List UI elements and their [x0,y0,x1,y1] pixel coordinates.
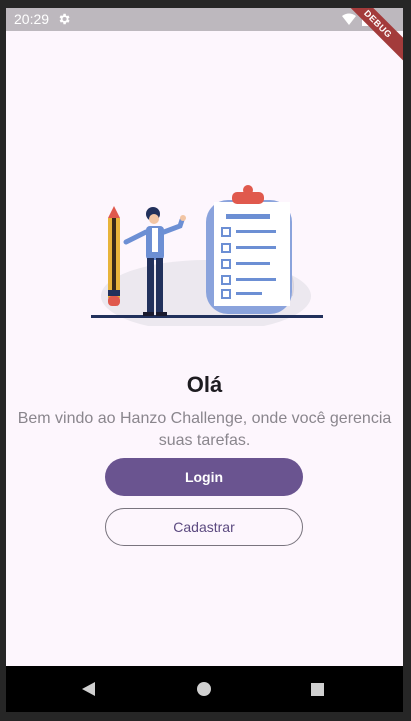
greeting-title: Olá [186,372,223,397]
system-nav-bar [6,666,403,712]
signup-button[interactable]: Cadastrar [105,508,303,546]
back-icon[interactable] [82,682,95,696]
welcome-subtitle: Bem vindo ao Hanzo Challenge, onde você … [17,410,392,449]
app-screen: 20:29 DEBUG Olá Bem vindo ao Hanzo Chall… [6,8,403,712]
status-time: 20:29 [14,11,50,27]
task-illustration [91,185,323,326]
home-icon[interactable] [197,682,211,696]
recents-icon[interactable] [311,683,324,696]
settings-gear-icon [59,13,70,25]
device-frame: 20:29 DEBUG Olá Bem vindo ao Hanzo Chall… [0,0,411,721]
login-button[interactable]: Login [105,458,303,496]
status-bar: 20:29 DEBUG [6,8,403,69]
